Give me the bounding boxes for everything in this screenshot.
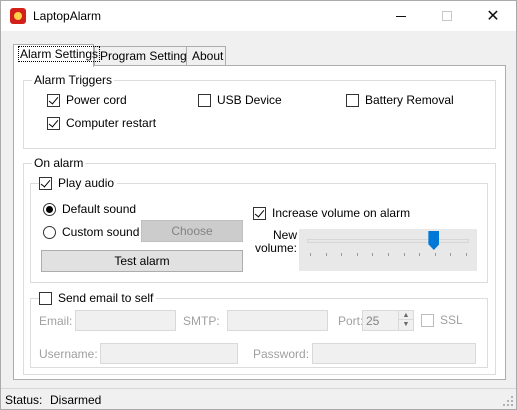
spin-down-icon[interactable]: ▼ (399, 320, 413, 329)
usb-device-label: USB Device (217, 93, 282, 107)
new-volume-label: New volume: (253, 229, 297, 255)
tab-alarm-settings[interactable]: Alarm Settings (13, 44, 101, 67)
port-spin-buttons[interactable]: ▲ ▼ (398, 311, 413, 330)
choose-button[interactable]: Choose (141, 220, 243, 242)
computer-restart-label: Computer restart (66, 116, 157, 130)
slider-tick (325, 253, 327, 256)
ssl-checkbox[interactable]: SSL (421, 313, 463, 327)
tab-about[interactable]: About (186, 46, 226, 66)
checkbox-box-icon (39, 291, 52, 305)
email-field[interactable] (75, 310, 176, 331)
checkbox-check-icon (47, 116, 60, 130)
play-audio-group: Play audio Default sound Custom sound Ch… (30, 176, 488, 283)
computer-restart-checkbox[interactable]: Computer restart (47, 116, 156, 130)
slider-tick (403, 253, 405, 256)
custom-sound-radio[interactable]: Custom sound (43, 225, 139, 239)
password-label: Password: (253, 347, 310, 361)
alarm-settings-panel: Alarm Triggers Power cord USB Device Bat… (13, 65, 506, 380)
custom-sound-label: Custom sound (62, 225, 140, 239)
on-alarm-group: On alarm Play audio Default sound Custom… (23, 156, 496, 375)
title-bar[interactable]: LaptopAlarm ✕ (1, 1, 516, 31)
password-field[interactable] (312, 343, 476, 364)
username-label: Username: (39, 347, 98, 361)
checkbox-check-icon (39, 176, 52, 190)
resize-grip-icon[interactable] (503, 396, 513, 406)
close-icon: ✕ (486, 8, 500, 25)
status-value: Disarmed (50, 393, 102, 407)
new-volume-label-line2: volume: (254, 241, 297, 255)
tab-program-settings[interactable]: Program Settings (94, 46, 193, 66)
alarm-app-icon (10, 8, 26, 24)
slider-thumb[interactable] (428, 231, 440, 250)
checkbox-box-icon (198, 93, 211, 107)
minimize-button[interactable] (378, 1, 424, 31)
battery-removal-label: Battery Removal (365, 93, 454, 107)
slider-tick (341, 253, 343, 256)
send-email-label: Send email to self (58, 291, 154, 305)
increase-volume-checkbox[interactable]: Increase volume on alarm (253, 206, 410, 220)
spin-up-icon[interactable]: ▲ (399, 311, 413, 320)
username-field[interactable] (100, 343, 238, 364)
slider-tick (310, 253, 311, 256)
play-audio-checkbox[interactable]: Play audio (39, 176, 118, 190)
radio-selected-icon (43, 202, 56, 216)
minimize-icon (396, 15, 406, 17)
email-label: Email: (39, 314, 73, 328)
close-button[interactable]: ✕ (470, 1, 516, 31)
slider-ticks (310, 253, 467, 257)
play-audio-label: Play audio (58, 176, 115, 190)
laptopalarm-window: LaptopAlarm ✕ Alarm Settings Program Set… (0, 0, 517, 410)
tab-label: Program Settings (100, 49, 193, 63)
increase-volume-label: Increase volume on alarm (272, 206, 411, 220)
checkbox-check-icon (253, 206, 266, 220)
port-value: 25 (366, 314, 380, 328)
slider-tick (388, 253, 389, 256)
slider-tick (466, 253, 467, 256)
alarm-triggers-group: Alarm Triggers Power cord USB Device Bat… (23, 73, 496, 149)
port-label: Port: (338, 314, 364, 328)
new-volume-slider[interactable] (299, 229, 477, 271)
test-alarm-button[interactable]: Test alarm (41, 250, 243, 272)
slider-tick (419, 253, 421, 256)
usb-device-checkbox[interactable]: USB Device (198, 93, 282, 107)
power-cord-label: Power cord (66, 93, 127, 107)
port-stepper[interactable]: 25 ▲ ▼ (362, 310, 414, 331)
power-cord-checkbox[interactable]: Power cord (47, 93, 127, 107)
checkbox-box-icon (421, 313, 434, 327)
radio-empty-icon (43, 225, 56, 239)
default-sound-label: Default sound (62, 202, 137, 216)
tab-label: About (192, 49, 224, 63)
smtp-field[interactable] (227, 310, 328, 331)
email-group: Send email to self Email: SMTP: Port: 25… (30, 291, 488, 368)
default-sound-radio[interactable]: Default sound (43, 202, 136, 216)
slider-tick (434, 253, 436, 256)
slider-track (307, 239, 469, 243)
slider-tick (450, 253, 452, 256)
ssl-label: SSL (440, 313, 463, 327)
battery-removal-checkbox[interactable]: Battery Removal (346, 93, 454, 107)
checkbox-box-icon (346, 93, 359, 107)
slider-tick (372, 253, 374, 256)
maximize-icon (442, 11, 452, 21)
slider-tick (356, 253, 358, 256)
send-email-checkbox[interactable]: Send email to self (39, 291, 157, 305)
alarm-triggers-title: Alarm Triggers (32, 73, 115, 87)
on-alarm-title: On alarm (32, 156, 86, 170)
status-label: Status: (5, 393, 43, 407)
window-title: LaptopAlarm (33, 9, 102, 23)
maximize-button (424, 1, 470, 31)
tab-label: Alarm Settings (17, 46, 101, 62)
checkbox-check-icon (47, 93, 60, 107)
smtp-label: SMTP: (183, 314, 220, 328)
status-bar: Status: Disarmed (1, 388, 516, 409)
